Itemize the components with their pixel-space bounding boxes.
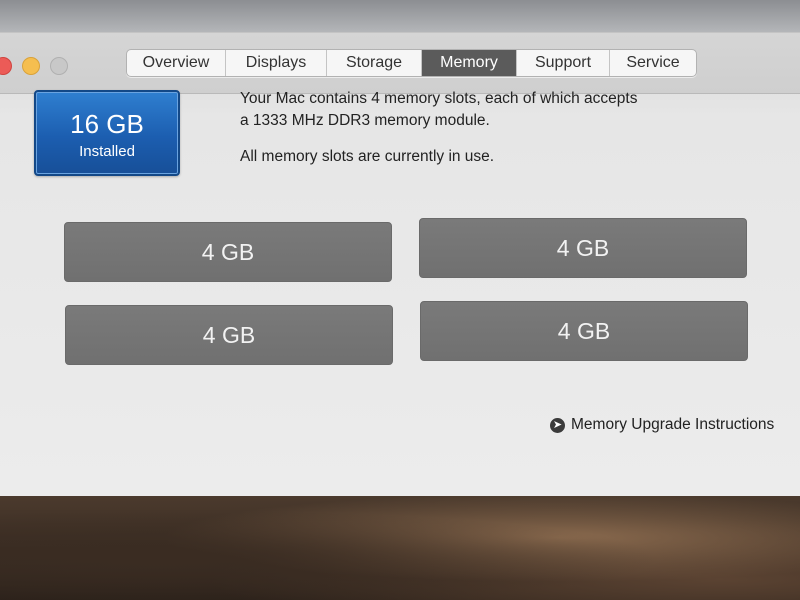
memory-status-text: All memory slots are currently in use.: [240, 148, 495, 165]
memory-slot-3: 4 GB: [65, 305, 393, 365]
memory-slot-2: 4 GB: [419, 218, 747, 278]
close-window-button[interactable]: [0, 57, 12, 75]
tab-bar: Overview Displays Storage Memory Support…: [126, 49, 697, 77]
tab-service[interactable]: Service: [610, 50, 696, 76]
memory-upgrade-instructions-link[interactable]: ➤ Memory Upgrade Instructions: [550, 416, 774, 434]
window-titlebar: Overview Displays Storage Memory Support…: [0, 33, 800, 94]
minimize-window-button[interactable]: [22, 57, 40, 75]
tab-displays[interactable]: Displays: [226, 50, 327, 76]
tab-support[interactable]: Support: [517, 50, 610, 76]
screen-top-area: [0, 0, 800, 34]
description-line-1: Your Mac contains 4 memory slots, each o…: [240, 90, 638, 107]
installed-memory-size: 16 GB: [70, 109, 144, 139]
memory-slot-4: 4 GB: [420, 301, 748, 361]
zoom-window-button[interactable]: [50, 57, 68, 75]
desktop-wallpaper: [0, 496, 800, 600]
upgrade-link-label: Memory Upgrade Instructions: [571, 416, 775, 433]
installed-memory-label: Installed: [79, 143, 135, 160]
memory-slot-1: 4 GB: [64, 222, 392, 282]
description-line-2: a 1333 MHz DDR3 memory module.: [240, 112, 490, 129]
tab-storage[interactable]: Storage: [327, 50, 422, 76]
installed-memory-badge: 16 GB Installed: [34, 90, 180, 176]
tab-memory[interactable]: Memory: [422, 50, 517, 76]
arrow-right-circle-icon: ➤: [550, 417, 565, 433]
memory-description: Your Mac contains 4 memory slots, each o…: [240, 88, 760, 168]
tab-overview[interactable]: Overview: [127, 50, 226, 76]
